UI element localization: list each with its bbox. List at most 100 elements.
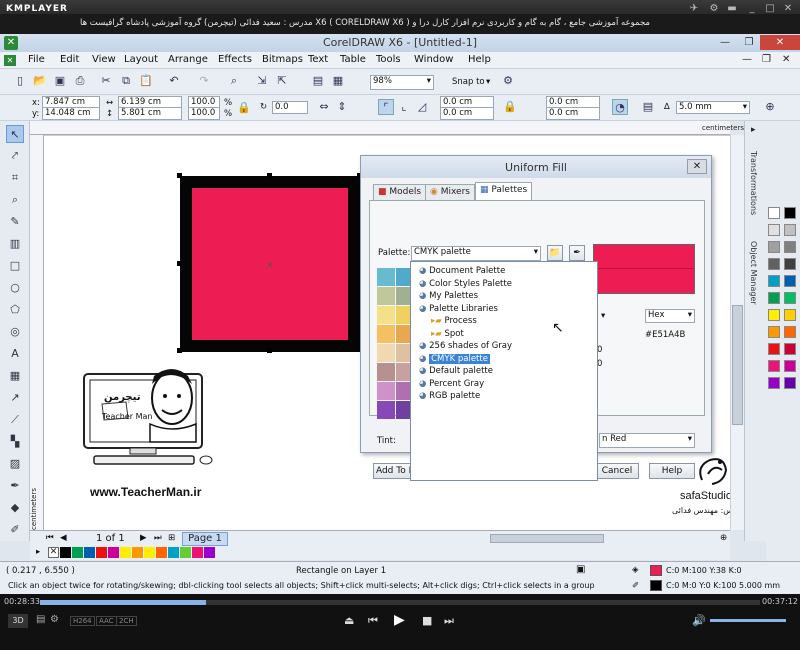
next-page-icon[interactable]: ▶ [140,533,147,543]
km-menu-button-icon[interactable]: ▤ [36,614,45,625]
tab-palettes[interactable]: ▦ Palettes [475,182,533,201]
copy-icon[interactable]: ⧉ [118,73,134,89]
palette-swatch[interactable] [377,363,395,381]
outline-color-swatch[interactable] [650,580,662,591]
eject-icon[interactable]: ⏏ [344,614,354,627]
object-manager-tab[interactable]: Object Manager [749,241,758,305]
palette-color[interactable] [768,309,780,321]
options-icon[interactable]: ⚙ [500,73,516,89]
snap-chevron-icon[interactable]: ▾ [486,77,490,87]
new-icon[interactable]: ▯ [12,73,28,89]
outline-tool-icon[interactable]: ✐ [6,521,24,539]
outline-width-select[interactable]: 5.0 mm ▾ [676,101,750,114]
palette-color[interactable] [784,309,796,321]
palette-swatch[interactable] [377,325,395,343]
polygon-tool-icon[interactable]: ⬠ [6,301,24,319]
page-tab[interactable]: Page 1 [182,532,228,546]
crop-tool-icon[interactable]: ⌗ [6,169,24,187]
doc-close-icon[interactable]: ✕ [782,54,790,65]
search-icon[interactable]: ⌕ [226,73,242,89]
dropdown-item[interactable]: ▸▰ Process [431,316,477,326]
color-proof-icon[interactable]: ▣ [576,564,585,575]
menu-text[interactable]: Text [308,54,328,65]
shape-tool-icon[interactable]: ⤤ [6,147,24,165]
open-icon[interactable]: 📂 [32,73,48,89]
zoom-level-select[interactable]: 98% ▾ [370,75,434,90]
redo-icon[interactable]: ↷ [196,73,212,89]
hex-value[interactable]: #E51A4B [645,330,685,340]
document-swatch[interactable] [156,547,167,558]
add-page-icon[interactable]: ⊞ [168,533,175,543]
help-button[interactable]: Help [649,463,695,479]
palette-color[interactable] [768,377,780,389]
model-chevron-icon[interactable]: ▾ [601,311,605,321]
palette-select[interactable]: CMYK palette ▾ [411,246,541,261]
first-page-icon[interactable]: ⏮ [46,533,54,543]
basic-shapes-icon[interactable]: ◎ [6,323,24,341]
menu-file[interactable]: File [28,54,45,65]
ellipse-tool-icon[interactable]: ○ [6,279,24,297]
document-swatch[interactable] [144,547,155,558]
document-swatch[interactable] [180,547,191,558]
wrap-text-icon[interactable]: ▤ [640,99,656,115]
mirror-v-icon[interactable]: ⇕ [334,99,350,115]
dropdown-item[interactable]: ◕ Color Styles Palette [419,279,512,289]
export-icon[interactable]: ⇱ [274,73,290,89]
text-tool-icon[interactable]: A [6,345,24,363]
dropdown-item[interactable]: ◕ Document Palette [419,266,505,276]
blend-tool-icon[interactable]: ▚ [6,433,24,451]
palette-color[interactable] [768,343,780,355]
import-icon[interactable]: ⇲ [254,73,270,89]
smart-fill-icon[interactable]: ▥ [6,235,24,253]
document-swatch[interactable] [132,547,143,558]
cut-icon[interactable]: ✂ [98,73,114,89]
publish-pdf-icon[interactable]: ▤ [310,73,326,89]
palette-swatch[interactable] [377,268,395,286]
lock-corners-icon[interactable]: 🔒 [502,99,518,115]
palette-color[interactable] [768,360,780,372]
zoom-navigator-icon[interactable]: ⊕ [720,533,727,543]
menu-view[interactable]: View [92,54,116,65]
palette-swatch[interactable] [377,344,395,362]
palette-color[interactable] [768,241,780,253]
quick-customize-icon[interactable]: ⊕ [762,99,778,115]
palette-color[interactable] [768,275,780,287]
document-swatch[interactable] [96,547,107,558]
volume-icon[interactable]: 🔊 [692,614,706,627]
menu-bitmaps[interactable]: Bitmaps [262,54,303,65]
freehand-tool-icon[interactable]: ✎ [6,213,24,231]
zoom-tool-icon[interactable]: ⌕ [6,191,24,209]
next-track-icon[interactable]: ⏭ [444,614,454,628]
palette-swatch[interactable] [377,306,395,324]
paste-icon[interactable]: 📋 [138,73,154,89]
palette-color[interactable] [768,224,780,236]
palette-color[interactable] [784,275,796,287]
menu-arrange[interactable]: Arrange [168,54,208,65]
document-swatch[interactable] [120,547,131,558]
color-name-select[interactable]: n Red ▾ [599,433,695,448]
palette-color[interactable] [784,326,796,338]
palette-color[interactable] [784,224,796,236]
palette-color[interactable] [768,207,780,219]
menu-layout[interactable]: Layout [124,54,158,65]
horizontal-scroll-thumb[interactable] [490,534,604,543]
docker-menu-icon[interactable]: ▸ [751,125,756,135]
palette-swatch[interactable] [377,287,395,305]
palette-color[interactable] [784,241,796,253]
dimension-tool-icon[interactable]: ↗ [6,389,24,407]
relative-scale-icon[interactable]: ◔ [612,99,628,115]
horizontal-ruler[interactable]: centimeters [30,121,744,135]
palette-color[interactable] [784,377,796,389]
cancel-button[interactable]: Cancel [595,463,639,479]
handle-tl[interactable] [177,173,182,178]
menu-edit[interactable]: Edit [60,54,79,65]
km-settings-icon[interactable]: ⚙ [50,614,59,625]
open-palette-icon[interactable]: 📁 [547,245,563,261]
dropdown-item[interactable]: ◕ RGB palette [419,391,480,401]
document-swatch[interactable] [108,547,119,558]
minimize-button[interactable]: — [714,35,736,50]
palette-color[interactable] [784,292,796,304]
palette-color[interactable] [784,343,796,355]
scale-y-field[interactable]: 100.0 [188,107,220,120]
palette-color[interactable] [768,326,780,338]
